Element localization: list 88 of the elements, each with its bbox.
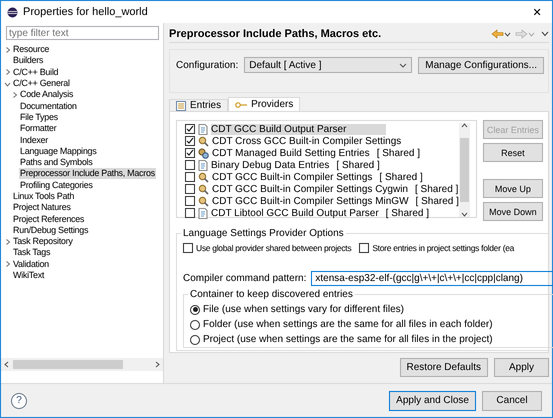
provider-item[interactable]: CDT GCC Built-in Compiler Settings MinGW xyxy=(212,196,409,206)
shared-tag: [ Shared ] xyxy=(386,208,430,218)
document-icon xyxy=(198,208,208,218)
tree-item[interactable]: Preprocessor Include Paths, Macros xyxy=(19,168,156,180)
provider-item[interactable]: CDT Managed Build Setting Entries xyxy=(212,148,370,158)
help-button[interactable]: ? xyxy=(11,392,27,408)
checkbox-label: Store entries in project settings folder (ea xyxy=(372,243,514,253)
tree-item[interactable]: Builders xyxy=(12,55,44,66)
pattern-field[interactable]: xtensa-esp32-elf-(gcc|g\+\+|c\+\+|cc|cpp|clang) xyxy=(311,271,553,286)
shared-tag: [ Shared ] xyxy=(416,196,459,206)
tab[interactable]: Providers xyxy=(228,97,300,111)
filter-field[interactable]: type filter text xyxy=(6,26,159,40)
side-button[interactable]: Reset xyxy=(482,143,543,162)
tree-item[interactable]: File Types xyxy=(19,112,59,123)
tab[interactable]: Entries xyxy=(169,99,228,111)
tree-item[interactable]: Documentation xyxy=(19,100,78,112)
shared-tag: [ Shared ] xyxy=(379,172,423,182)
tree-item[interactable]: Formatter xyxy=(19,123,58,134)
menu-caret-icon[interactable] xyxy=(541,30,549,36)
window-title: Properties for hello_world xyxy=(23,6,149,18)
provider-item[interactable]: CDT GCC Built-in Compiler Settings xyxy=(212,172,372,182)
radio-label: Project (use when settings are the same for all files in the project) xyxy=(203,334,493,345)
configuration-label: Configuration: xyxy=(176,60,238,70)
horizontal-scrollbar[interactable] xyxy=(1,358,163,371)
checkbox-label: Use global provider shared between projects xyxy=(196,243,352,253)
scroll-right-icon[interactable] xyxy=(155,361,160,368)
shared-tag: [ Shared ] xyxy=(336,160,380,170)
document-icon xyxy=(198,124,208,134)
radio-button[interactable] xyxy=(190,334,200,344)
scroll-left-icon[interactable] xyxy=(4,361,9,368)
side-button[interactable]: Move Up xyxy=(482,179,543,198)
back-arrow-icon[interactable] xyxy=(491,28,511,38)
restore-defaults-button[interactable]: Restore Defaults xyxy=(400,358,488,377)
document-icon xyxy=(198,160,208,170)
tree-item[interactable]: Project References xyxy=(12,214,86,225)
tree-item[interactable]: Code Analysis xyxy=(19,89,74,100)
radio-label: Folder (use when settings are the same for all files in each folder) xyxy=(203,319,493,330)
checkbox[interactable] xyxy=(185,148,195,158)
pattern-label: Compiler command pattern: xyxy=(183,273,306,284)
key-icon xyxy=(235,102,248,108)
checkbox[interactable] xyxy=(185,160,195,170)
shared-tag: [ Shared ] xyxy=(376,148,420,158)
provider-item[interactable]: Binary Debug Data Entries xyxy=(211,160,330,170)
provider-item[interactable]: CDT GCC Build Output Parser xyxy=(211,124,386,134)
checkbox[interactable] xyxy=(183,243,193,253)
checkbox[interactable] xyxy=(185,184,195,194)
tree-item[interactable]: Language Mappings xyxy=(19,146,98,157)
tree-item[interactable]: Resource xyxy=(12,44,50,56)
checkbox[interactable] xyxy=(185,196,195,206)
checkbox[interactable] xyxy=(185,124,195,134)
tree-item[interactable]: Run/Debug Settings xyxy=(12,224,90,236)
tree-item[interactable]: Paths and Symbols xyxy=(19,157,94,168)
provider-item[interactable]: CDT Cross GCC Built-in Compiler Settings xyxy=(212,136,402,146)
group-title: Language Settings Provider Options xyxy=(181,228,346,239)
provider-item[interactable]: CDT GCC Built-in Compiler Settings Cygwin xyxy=(212,184,408,194)
dropdown-caret-icon xyxy=(399,62,408,68)
apply-button[interactable]: Apply xyxy=(494,358,549,377)
page-title: Preprocessor Include Paths, Macros etc. xyxy=(169,28,382,40)
scroll-down-icon[interactable] xyxy=(460,212,468,217)
tree-item[interactable]: C/C++ Build xyxy=(12,66,60,78)
checkbox[interactable] xyxy=(185,136,195,146)
dialog-button[interactable]: Apply and Close xyxy=(389,390,476,410)
manage-configurations-button[interactable]: Manage Configurations... xyxy=(418,56,544,74)
tree-item[interactable]: WikiText xyxy=(12,270,46,282)
tree-item[interactable]: Project Natures xyxy=(12,202,72,214)
radio-label: File (use when settings vary for different files) xyxy=(203,304,404,315)
side-button[interactable]: Move Down xyxy=(482,202,543,221)
tree-item[interactable]: Linux Tools Path xyxy=(12,191,76,202)
vertical-scrollbar[interactable] xyxy=(458,123,470,217)
tree-item[interactable]: Indexer xyxy=(19,134,49,146)
configuration-dropdown[interactable]: Default [ Active ] xyxy=(244,57,412,73)
provider-item[interactable]: CDT Libtool GCC Build Output Parser xyxy=(211,208,379,218)
tree-item[interactable]: C/C++ General xyxy=(12,78,71,90)
tree-item[interactable]: Task Repository xyxy=(12,236,74,248)
scroll-up-icon[interactable] xyxy=(460,123,468,128)
tree-item[interactable]: Profiling Categories xyxy=(19,180,94,191)
close-button[interactable]: ✕ xyxy=(522,1,552,23)
checkbox[interactable] xyxy=(359,243,370,253)
checkbox[interactable] xyxy=(185,172,195,182)
dialog-button[interactable]: Cancel xyxy=(482,390,542,410)
radio-button[interactable] xyxy=(190,320,200,330)
checkbox[interactable] xyxy=(185,208,195,218)
radio-button[interactable] xyxy=(190,304,200,314)
eclipse-icon xyxy=(7,6,18,18)
tree-item[interactable]: Validation xyxy=(12,258,50,270)
group-title: Container to keep discovered entries xyxy=(188,289,355,300)
shared-tag: [ Shared ] xyxy=(414,184,458,194)
tree-item[interactable]: Task Tags xyxy=(12,247,52,258)
